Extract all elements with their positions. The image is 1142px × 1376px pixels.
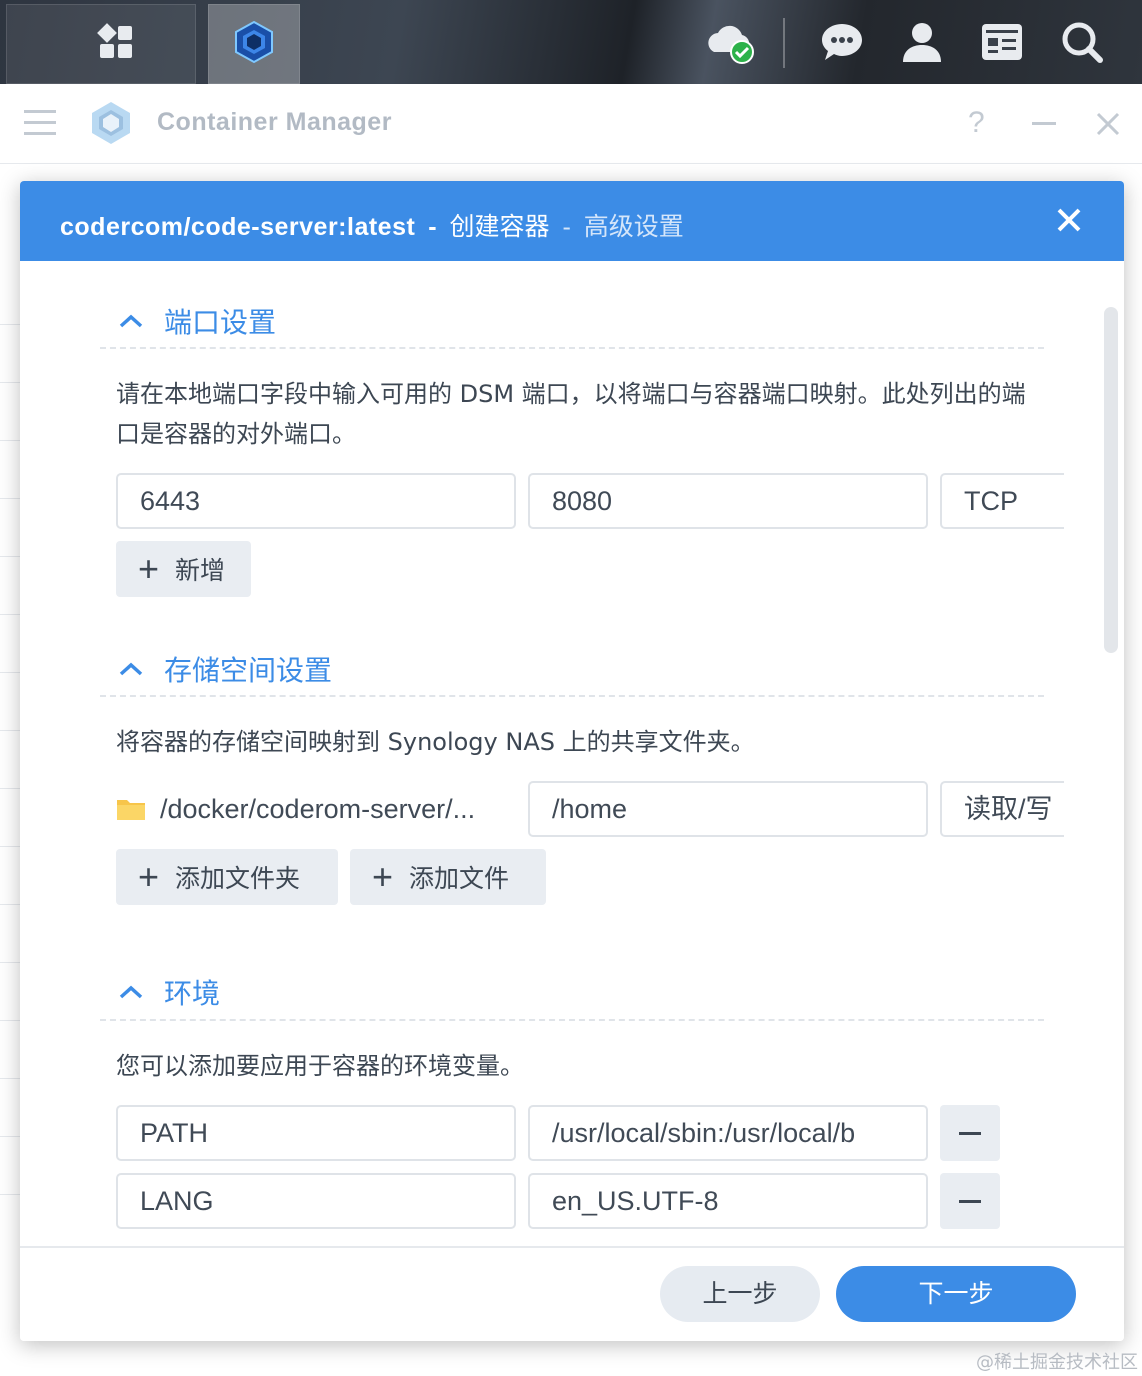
user-icon[interactable] [900,20,944,64]
background-row-divider [0,1020,20,1021]
background-row-divider [0,1136,20,1137]
dialog-body: 端口设置 请在本地端口字段中输入可用的 DSM 端口，以将端口与容器端口映射。此… [20,261,1124,1246]
background-row-divider [0,962,20,963]
storage-section-header[interactable]: 存储空间设置 [118,649,332,689]
add-port-button[interactable]: + 新增 [116,541,252,597]
background-row-divider [0,730,20,731]
background-row-divider [0,788,20,789]
dialog-footer: 上一步 下一步 [20,1246,1124,1341]
storage-section-description: 将容器的存储空间映射到 Synology NAS 上的共享文件夹。 [116,728,755,756]
background-row-divider [0,1078,20,1079]
dialog-title-separator: - [562,213,571,241]
dialog-header: codercom/code-server:latest - 创建容器 - 高级设… [20,181,1124,261]
app-logo-icon [88,100,134,146]
port-section-description: 请在本地端口字段中输入可用的 DSM 端口，以将端口与容器端口映射。此处列出的端… [116,380,1026,448]
env-section-title: 环境 [164,977,221,1010]
chevron-up-icon [119,985,143,999]
env-section-description: 您可以添加要应用于容器的环境变量。 [116,1052,524,1080]
chevron-up-icon [119,662,143,676]
permission-select[interactable]: 读取/写 [940,781,1064,837]
remove-env-button[interactable] [940,1173,1000,1229]
host-folder-path[interactable]: /docker/coderom-server/... [116,781,475,837]
protocol-select[interactable]: TCP [940,473,1064,529]
taskbar [0,0,1142,84]
background-row-divider [0,846,20,847]
add-file-button[interactable]: + 添加文件 [350,849,546,905]
dialog-title-step: 高级设置 [583,213,684,241]
minus-icon [959,1131,981,1135]
dialog-title-action: 创建容器 [449,213,550,241]
scrollbar[interactable] [1104,307,1118,653]
search-icon[interactable] [1060,20,1104,64]
next-step-button[interactable]: 下一步 [836,1266,1076,1322]
close-app-icon[interactable] [1096,112,1120,136]
add-port-label: 新增 [175,556,226,585]
folder-icon [117,800,145,820]
background-row-divider [0,440,20,441]
create-container-dialog: codercom/code-server:latest - 创建容器 - 高级设… [20,181,1124,1341]
section-divider [100,1019,1044,1021]
app-header: Container Manager ? [0,84,1142,164]
app-title: Container Manager [157,108,392,136]
background-row-divider [0,672,20,673]
add-folder-label: 添加文件夹 [175,864,301,893]
add-folder-button[interactable]: + 添加文件夹 [116,849,338,905]
add-file-label: 添加文件 [409,864,510,893]
cloud-sync-icon[interactable] [704,20,758,64]
plus-icon: + [372,856,394,897]
mount-path-input[interactable]: /home [528,781,928,837]
background-row-divider [0,324,20,325]
container-manager-icon[interactable] [232,20,276,64]
background-row-divider [0,556,20,557]
port-section-header[interactable]: 端口设置 [118,301,276,341]
chat-icon[interactable] [820,20,864,64]
section-divider [100,695,1044,697]
remove-env-button[interactable] [940,1105,1000,1161]
storage-section-title: 存储空间设置 [164,654,333,687]
hamburger-menu-icon[interactable] [24,110,56,136]
host-folder-path-text: /docker/coderom-server/... [160,793,476,824]
watermark: @稀土掘金技术社区 [976,1352,1138,1373]
background-row-divider [0,382,20,383]
minus-icon [959,1199,981,1203]
dialog-title-image: codercom/code-server:latest [60,213,416,241]
help-button[interactable]: ? [968,106,985,140]
background-row-divider [0,498,20,499]
env-section-header[interactable]: 环境 [118,972,220,1012]
previous-step-button[interactable]: 上一步 [660,1266,820,1322]
main-menu-icon[interactable] [94,20,138,64]
chevron-up-icon [119,314,143,328]
taskbar-divider [783,18,785,68]
env-value-input[interactable]: en_US.UTF-8 [528,1173,928,1229]
port-section-title: 端口设置 [164,306,277,339]
dialog-close-icon[interactable] [1054,205,1084,235]
background-row-divider [0,904,20,905]
container-port-input[interactable]: 8080 [528,473,928,529]
plus-icon: + [138,548,160,589]
section-divider [100,347,1044,349]
dialog-title: codercom/code-server:latest - 创建容器 - 高级设… [60,207,684,243]
dialog-title-separator: - [428,213,437,241]
widgets-icon[interactable] [980,20,1024,64]
plus-icon: + [138,856,160,897]
env-key-input[interactable]: PATH [116,1105,516,1161]
local-port-input[interactable]: 6443 [116,473,516,529]
background-row-divider [0,1194,20,1195]
minimize-button[interactable] [1032,122,1056,125]
env-key-input[interactable]: LANG [116,1173,516,1229]
background-row-divider [0,614,20,615]
env-value-input[interactable]: /usr/local/sbin:/usr/local/b [528,1105,928,1161]
